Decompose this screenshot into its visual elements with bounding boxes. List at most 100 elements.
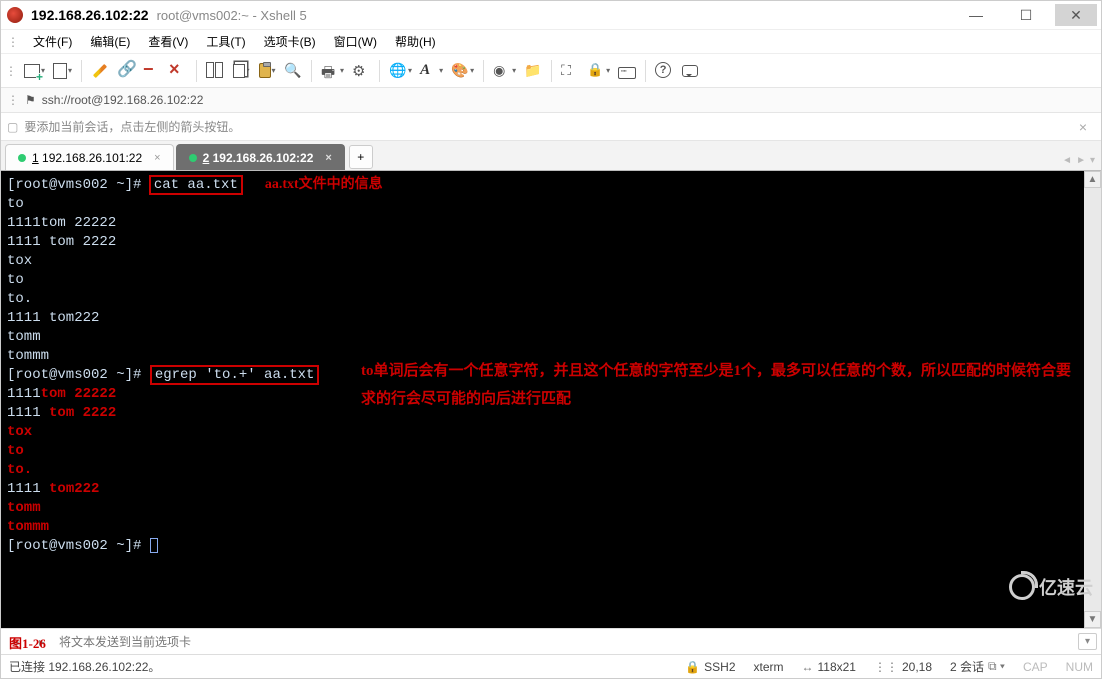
new-session-button[interactable] <box>21 58 48 84</box>
document-icon <box>53 63 67 79</box>
split-button[interactable] <box>203 58 227 84</box>
times-icon <box>169 62 187 80</box>
tab-label: 192.168.26.102:22 <box>213 151 314 165</box>
tab-session-1[interactable]: 1 192.168.26.101:22 × <box>5 144 174 170</box>
tab-next-button[interactable]: ► <box>1074 155 1088 166</box>
menu-file[interactable]: 文件(F) <box>25 31 80 52</box>
annotation-2: to单词后会有一个任意字符，并且这个任意的字符至少是1个，最多可以任意的个数，所… <box>361 357 1071 413</box>
status-term: xterm <box>754 660 784 674</box>
disconnect-button[interactable] <box>140 58 164 84</box>
status-dot-icon <box>18 154 26 162</box>
font-button[interactable] <box>417 58 446 84</box>
app-icon <box>7 7 23 23</box>
copy-button[interactable] <box>229 58 253 84</box>
tab-add-button[interactable]: + <box>349 145 373 169</box>
status-bar: 已连接 192.168.26.102:22。 🔒SSH2 xterm ↔118x… <box>1 654 1101 678</box>
print-button[interactable] <box>318 58 347 84</box>
tab-label: 192.168.26.101:22 <box>42 151 142 165</box>
properties-button[interactable] <box>88 58 112 84</box>
tab-prev-button[interactable]: ◄ <box>1060 155 1074 166</box>
menubar: ⋮ 文件(F) 编辑(E) 查看(V) 工具(T) 选项卡(B) 窗口(W) 帮… <box>1 29 1101 53</box>
fullscreen-icon <box>561 62 579 80</box>
menu-tabs[interactable]: 选项卡(B) <box>256 31 324 52</box>
lock-icon <box>587 62 605 80</box>
globe-icon <box>389 62 407 80</box>
menu-help[interactable]: 帮助(H) <box>387 31 444 52</box>
menu-view[interactable]: 查看(V) <box>140 31 196 52</box>
menu-drag-handle[interactable]: ⋮ <box>7 35 23 49</box>
title-sub: root@vms002:~ - Xshell 5 <box>157 8 307 23</box>
status-pos: 20,18 <box>902 660 932 674</box>
paste-icon <box>259 63 271 78</box>
paste-button[interactable] <box>255 58 279 84</box>
link-icon: 🔗 <box>117 62 135 80</box>
send-target-dropdown[interactable]: ▾ <box>1078 633 1097 650</box>
close-tab-button[interactable] <box>166 58 190 84</box>
help-icon <box>655 62 673 80</box>
status-cap: CAP <box>1023 660 1048 674</box>
transfer-button[interactable] <box>521 58 545 84</box>
hint-bar: 要添加当前会话，点击左侧的箭头按钮。 × <box>1 113 1101 141</box>
help-button[interactable] <box>652 58 676 84</box>
menu-edit[interactable]: 编辑(E) <box>82 31 138 52</box>
hint-text: 要添加当前会话，点击左侧的箭头按钮。 <box>24 118 240 135</box>
fullscreen-button[interactable] <box>558 58 582 84</box>
pos-icon: ⋮⋮ <box>874 660 898 674</box>
options-button[interactable] <box>349 58 373 84</box>
open-button[interactable] <box>50 58 75 84</box>
toolbar: ⋮ 🔗 <box>1 53 1101 87</box>
folder-icon <box>524 62 542 80</box>
close-button[interactable]: ✕ <box>1055 4 1097 26</box>
reconnect-button[interactable]: 🔗 <box>114 58 138 84</box>
menu-window[interactable]: 窗口(W) <box>326 31 385 52</box>
feedback-button[interactable] <box>678 58 702 84</box>
send-bar: 图1-26 ≡ ▸ ▾ <box>1 628 1101 654</box>
gear-icon <box>352 62 370 80</box>
titlebar: 192.168.26.102:22 root@vms002:~ - Xshell… <box>1 1 1101 29</box>
color-button[interactable] <box>448 58 477 84</box>
figure-label: 图1-26 <box>9 633 46 652</box>
copy-icon <box>233 64 245 78</box>
pencil-icon <box>93 63 107 77</box>
tab-session-2[interactable]: 2 192.168.26.102:22 × <box>176 144 345 170</box>
address-bar: ⋮ ⚑ ssh://root@192.168.26.102:22 <box>1 87 1101 113</box>
script-button[interactable] <box>490 58 519 84</box>
terminal-pane: [root@vms002 ~]# cat aa.txtaa.txt文件中的信息t… <box>1 171 1101 628</box>
status-proto: SSH2 <box>704 660 735 674</box>
menu-tools[interactable]: 工具(T) <box>198 31 253 52</box>
tab-close-icon[interactable]: × <box>325 152 331 164</box>
scroll-down-icon[interactable]: ▼ <box>1084 611 1101 628</box>
split-icon <box>206 62 224 80</box>
lock-button[interactable] <box>584 58 613 84</box>
tab-list-button[interactable]: ▾ <box>1088 155 1097 166</box>
keyboard-button[interactable] <box>615 58 639 84</box>
new-tab-icon <box>24 64 40 78</box>
address-url[interactable]: ssh://root@192.168.26.102:22 <box>42 93 204 107</box>
find-button[interactable] <box>281 58 305 84</box>
hint-add-icon[interactable] <box>7 120 18 134</box>
toolbar-drag-handle[interactable]: ⋮ <box>5 64 19 78</box>
palette-icon <box>451 62 469 80</box>
minus-icon <box>143 62 161 80</box>
font-icon <box>420 62 438 80</box>
chat-icon <box>682 65 698 77</box>
tab-number: 2 <box>203 151 210 165</box>
size-icon: ↔ <box>802 660 814 674</box>
tab-bar: 1 192.168.26.101:22 × 2 192.168.26.102:2… <box>1 141 1101 171</box>
bookmark-icon[interactable]: ⚑ <box>25 93 36 107</box>
title-ip: 192.168.26.102:22 <box>31 7 149 23</box>
search-icon <box>284 62 302 80</box>
terminal-scrollbar[interactable]: ▲ ▼ <box>1084 171 1101 628</box>
send-input[interactable] <box>57 633 1074 651</box>
sessions-icon[interactable]: ⧉ ▾ <box>988 659 1005 674</box>
maximize-button[interactable]: ☐ <box>1005 4 1047 26</box>
tab-number: 1 <box>32 151 39 165</box>
hint-close-button[interactable]: × <box>1071 119 1095 135</box>
addressbar-handle[interactable]: ⋮ <box>7 93 19 107</box>
swirl-icon <box>493 62 511 80</box>
scroll-up-icon[interactable]: ▲ <box>1084 171 1101 188</box>
tab-close-icon[interactable]: × <box>154 152 160 164</box>
encoding-button[interactable] <box>386 58 415 84</box>
lock-icon: 🔒 <box>685 660 700 674</box>
minimize-button[interactable]: — <box>955 4 997 26</box>
